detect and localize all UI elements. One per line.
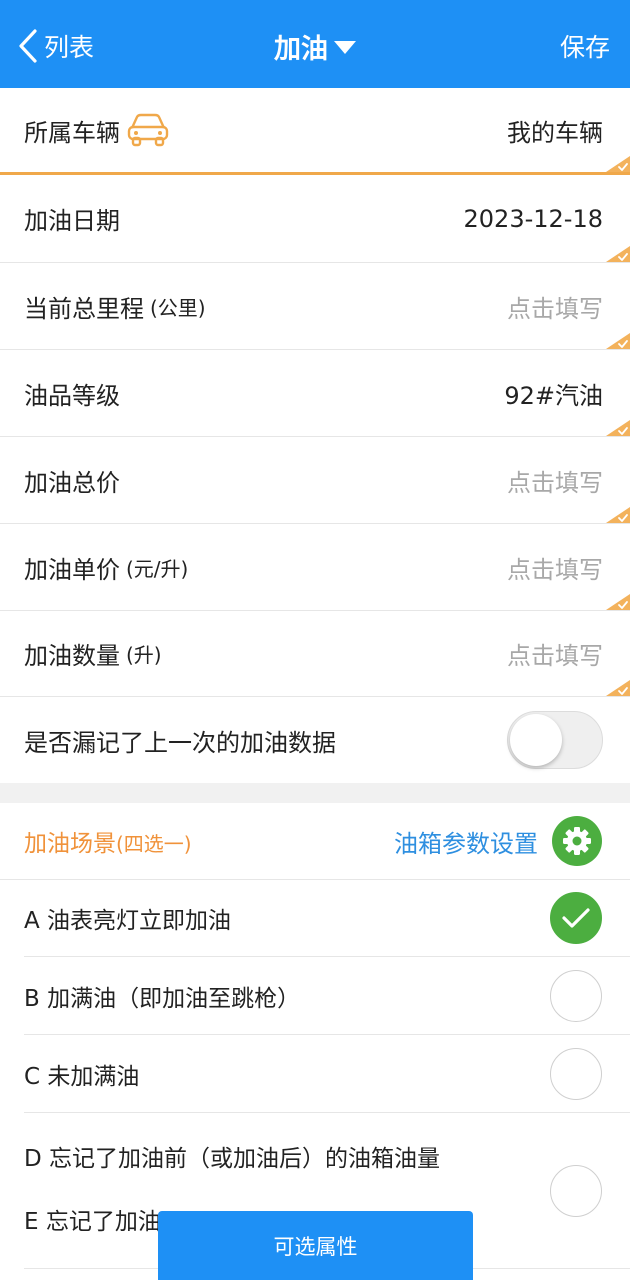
tank-settings-link[interactable]: 油箱参数设置 bbox=[394, 824, 538, 859]
check-corner-icon bbox=[606, 680, 630, 696]
chevron-left-icon bbox=[19, 29, 37, 63]
quantity-row[interactable]: 加油数量 (升) 点击填写 bbox=[0, 611, 630, 697]
check-corner-icon bbox=[606, 594, 630, 610]
back-button[interactable]: 列表 bbox=[18, 26, 94, 66]
section-divider bbox=[0, 783, 630, 803]
total-price-input[interactable]: 点击填写 bbox=[507, 463, 603, 498]
scene-option-c[interactable]: C 未加满油 bbox=[24, 1035, 630, 1113]
vehicle-row[interactable]: 所属车辆 我的车辆 bbox=[0, 88, 630, 175]
quantity-unit: (升) bbox=[126, 643, 162, 667]
scene-option-b[interactable]: B 加满油（即加油至跳枪） bbox=[24, 957, 630, 1035]
mileage-label: 当前总里程 bbox=[24, 294, 144, 323]
unit-price-unit: (元/升) bbox=[126, 556, 189, 581]
missed-record-row: 是否漏记了上一次的加油数据 bbox=[0, 697, 630, 783]
fuel-grade-value: 92#汽油 bbox=[504, 381, 603, 410]
total-price-row[interactable]: 加油总价 点击填写 bbox=[0, 437, 630, 524]
date-row[interactable]: 加油日期 2023-12-18 bbox=[0, 175, 630, 263]
page-title: 加油 bbox=[274, 33, 328, 65]
save-button[interactable]: 保存 bbox=[560, 26, 610, 66]
vehicle-label: 所属车辆 bbox=[24, 118, 120, 147]
total-price-label: 加油总价 bbox=[24, 468, 120, 497]
mileage-unit: (公里) bbox=[150, 295, 206, 320]
option-radio[interactable] bbox=[550, 969, 602, 1022]
option-label: D 忘记了加油前（或加油后）的油箱油量 bbox=[24, 1146, 441, 1173]
top-app-bar: 列表 加油 保存 bbox=[0, 0, 630, 88]
scene-subtitle: (四选一) bbox=[116, 832, 192, 856]
car-icon bbox=[126, 112, 170, 148]
missed-record-toggle[interactable] bbox=[507, 711, 603, 769]
fuel-grade-label: 油品等级 bbox=[24, 381, 120, 410]
option-radio[interactable] bbox=[550, 1164, 602, 1217]
unit-price-input[interactable]: 点击填写 bbox=[507, 550, 603, 585]
check-corner-icon bbox=[606, 333, 630, 349]
unit-price-row[interactable]: 加油单价 (元/升) 点击填写 bbox=[0, 524, 630, 611]
date-label: 加油日期 bbox=[24, 207, 120, 235]
option-radio-checked[interactable] bbox=[550, 892, 602, 944]
quantity-label: 加油数量 bbox=[24, 642, 120, 670]
date-value: 2023-12-18 bbox=[463, 204, 603, 233]
check-icon bbox=[562, 908, 590, 928]
scene-option-a[interactable]: A 油表亮灯立即加油 bbox=[24, 880, 630, 957]
missed-record-label: 是否漏记了上一次的加油数据 bbox=[24, 728, 336, 757]
mileage-input[interactable]: 点击填写 bbox=[507, 289, 603, 324]
vehicle-value: 我的车辆 bbox=[507, 118, 603, 147]
check-corner-icon bbox=[606, 156, 630, 172]
fuel-grade-row[interactable]: 油品等级 92#汽油 bbox=[0, 350, 630, 437]
option-label: B 加满油（即加油至跳枪） bbox=[24, 985, 301, 1012]
scene-title: 加油场景 bbox=[24, 831, 116, 857]
unit-price-label: 加油单价 bbox=[24, 555, 120, 584]
mileage-row[interactable]: 当前总里程 (公里) 点击填写 bbox=[0, 263, 630, 350]
back-label: 列表 bbox=[44, 33, 95, 62]
check-corner-icon bbox=[606, 507, 630, 523]
optional-attributes-button[interactable]: 可选属性 bbox=[158, 1211, 473, 1280]
option-radio[interactable] bbox=[550, 1047, 602, 1100]
caret-down-icon bbox=[334, 41, 356, 54]
quantity-input[interactable]: 点击填写 bbox=[507, 636, 603, 671]
gear-icon[interactable] bbox=[552, 816, 602, 866]
scene-header: 加油场景 (四选一) 油箱参数设置 bbox=[0, 803, 630, 880]
check-corner-icon bbox=[606, 420, 630, 436]
title-dropdown[interactable]: 加油 bbox=[274, 27, 356, 66]
option-label: A 油表亮灯立即加油 bbox=[24, 908, 232, 934]
check-corner-icon bbox=[606, 246, 630, 262]
option-label: C 未加满油 bbox=[24, 1063, 140, 1090]
toggle-knob bbox=[510, 714, 562, 766]
